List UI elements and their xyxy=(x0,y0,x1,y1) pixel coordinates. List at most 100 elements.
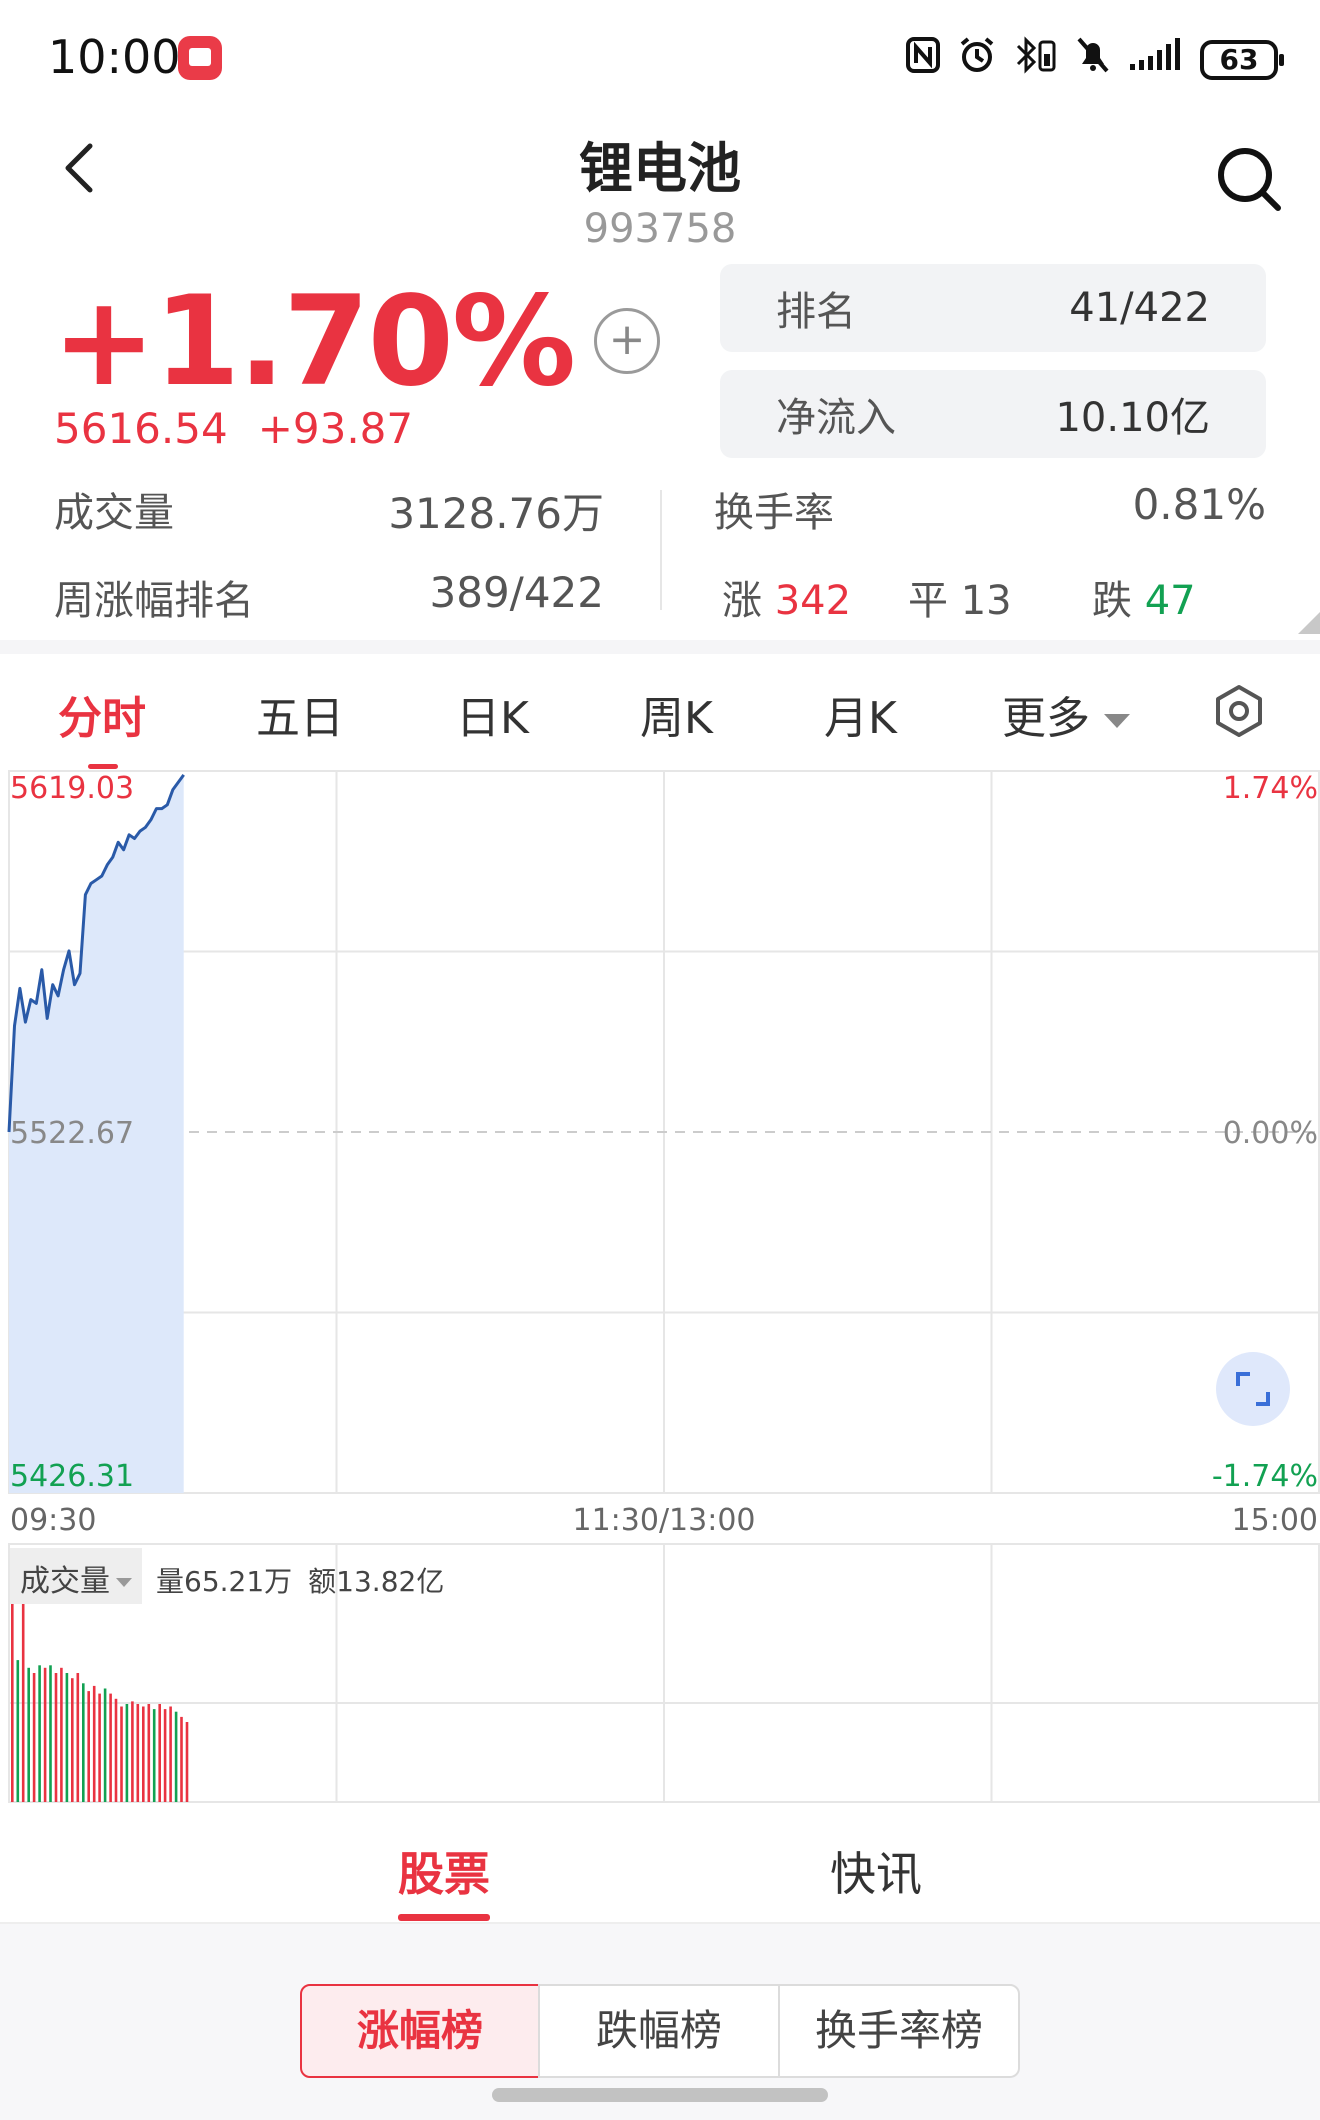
signal-icon xyxy=(1128,38,1182,81)
rank-box[interactable]: 排名 41/422 xyxy=(720,264,1266,352)
tab-more-label: 更多 xyxy=(1002,693,1090,744)
index-code: 993758 xyxy=(583,206,737,252)
pct-mid-label: 0.00% xyxy=(1223,1116,1318,1151)
tab-more[interactable]: 更多 xyxy=(1002,682,1130,746)
volume-bar xyxy=(125,1704,129,1802)
tab-stocks-underline xyxy=(398,1914,490,1921)
bluetooth-icon xyxy=(1014,36,1058,83)
y-min-label: 5426.31 xyxy=(10,1459,134,1494)
volume-bar xyxy=(142,1706,145,1802)
down-count: 47 xyxy=(1144,578,1196,624)
alarm-icon xyxy=(958,36,996,83)
volume-bar xyxy=(120,1706,123,1802)
volume-bar xyxy=(76,1673,80,1802)
volume-bar xyxy=(60,1667,63,1802)
y-mid-label: 5522.67 xyxy=(10,1116,134,1151)
tab-monthly-k[interactable]: 月K xyxy=(824,682,897,746)
net-inflow-label: 净流入 xyxy=(776,395,896,441)
volume-bar xyxy=(103,1688,107,1802)
x-label-close: 15:00 xyxy=(1232,1503,1318,1538)
mute-icon xyxy=(1076,36,1110,83)
price-change: +93.87 xyxy=(257,404,414,453)
down-count-group: 跌 47 xyxy=(1092,568,1196,626)
price-line: 5616.54 +93.87 xyxy=(54,404,413,453)
volume-amount: 量65.21万 xyxy=(156,1565,293,1598)
fullscreen-button[interactable] xyxy=(1216,1352,1290,1426)
search-icon xyxy=(1218,148,1281,211)
intraday-chart[interactable]: 5619.03 5522.67 5426.31 1.74% 0.00% -1.7… xyxy=(0,770,1320,1804)
flat-count-group: 平 13 xyxy=(908,568,1012,626)
week-rank-value: 389/422 xyxy=(429,568,604,617)
price-grid xyxy=(8,770,1320,1494)
add-watchlist-button[interactable]: + xyxy=(594,308,660,374)
volume-bar xyxy=(158,1704,161,1802)
expand-corner-icon[interactable] xyxy=(1298,612,1320,634)
volume-bar xyxy=(27,1667,30,1802)
status-time: 10:00 xyxy=(48,30,181,84)
x-label-open: 09:30 xyxy=(10,1503,96,1538)
volume-bar xyxy=(38,1665,41,1802)
volume-indicator-label: 成交量 xyxy=(20,1564,110,1599)
up-count: 342 xyxy=(774,578,852,624)
y-max-label: 5619.03 xyxy=(10,771,134,806)
up-count-group: 涨 342 xyxy=(722,568,851,626)
status-icons: 63 xyxy=(906,36,1284,83)
volume-indicator-select[interactable]: 成交量 xyxy=(10,1548,142,1604)
volume-bar xyxy=(185,1722,189,1802)
segment-top-gainers[interactable]: 涨幅榜 xyxy=(300,1984,540,2078)
net-inflow-value: 10.10亿 xyxy=(1055,395,1210,441)
tab-weekly-k[interactable]: 周K xyxy=(640,682,713,746)
week-rank-label: 周涨幅排名 xyxy=(54,578,254,624)
volume-bar xyxy=(87,1691,90,1802)
volume-bar xyxy=(65,1673,69,1802)
segment-top-losers[interactable]: 跌幅榜 xyxy=(538,1984,780,2078)
pct-min-label: -1.74% xyxy=(1212,1459,1318,1494)
volume-bar xyxy=(82,1683,85,1802)
volume-bar xyxy=(92,1685,96,1802)
volume-bar xyxy=(49,1665,52,1802)
fullscreen-icon xyxy=(1236,1372,1270,1406)
volume-bar xyxy=(114,1698,118,1802)
turnover-label: 换手率 xyxy=(714,490,834,536)
tab-news[interactable]: 快讯 xyxy=(830,1838,922,1904)
flat-label: 平 xyxy=(908,578,948,624)
volume-bar xyxy=(16,1660,20,1802)
volume-bar xyxy=(152,1709,156,1802)
search-button[interactable] xyxy=(1214,144,1284,214)
down-label: 跌 xyxy=(1092,578,1132,624)
home-indicator[interactable] xyxy=(492,2088,828,2102)
tab-daily-k[interactable]: 日K xyxy=(456,682,529,746)
turnover-value: 0.81% xyxy=(1132,480,1266,529)
plus-icon: + xyxy=(608,314,646,365)
net-inflow-box[interactable]: 净流入 10.10亿 xyxy=(720,370,1266,458)
chart-settings-button[interactable] xyxy=(1212,684,1266,738)
volume-bar xyxy=(131,1701,134,1802)
volume-label: 成交量 xyxy=(54,490,174,536)
segment-turnover[interactable]: 换手率榜 xyxy=(778,1984,1020,2078)
volume-bar xyxy=(32,1673,36,1802)
section-separator xyxy=(0,640,1320,654)
volume-bar xyxy=(163,1709,167,1802)
volume-bar xyxy=(71,1678,74,1802)
volume-bar xyxy=(180,1716,183,1802)
volume-value: 3128.76万 xyxy=(388,489,604,538)
change-percent: +1.70% xyxy=(52,270,576,414)
turnover-amount: 额13.82亿 xyxy=(308,1565,445,1598)
flat-count: 13 xyxy=(960,578,1012,624)
volume-bar xyxy=(109,1693,112,1802)
tab-stocks[interactable]: 股票 xyxy=(398,1838,490,1904)
rank-label: 排名 xyxy=(776,289,856,335)
volume-bar xyxy=(98,1693,101,1802)
settings-icon xyxy=(1216,685,1262,737)
tab-intraday[interactable]: 分时 xyxy=(58,682,146,746)
x-label-midday: 11:30/13:00 xyxy=(572,1503,755,1538)
caret-down-icon xyxy=(1104,714,1130,728)
volume-info: 量65.21万 额13.82亿 xyxy=(156,1560,444,1600)
app-notification-icon xyxy=(178,36,222,80)
tab-intraday-underline xyxy=(88,764,118,769)
last-price: 5616.54 xyxy=(54,404,228,453)
nfc-icon xyxy=(906,37,940,82)
tab-five-day[interactable]: 五日 xyxy=(256,682,344,746)
battery-icon: 63 xyxy=(1200,39,1284,80)
divider xyxy=(660,490,662,610)
